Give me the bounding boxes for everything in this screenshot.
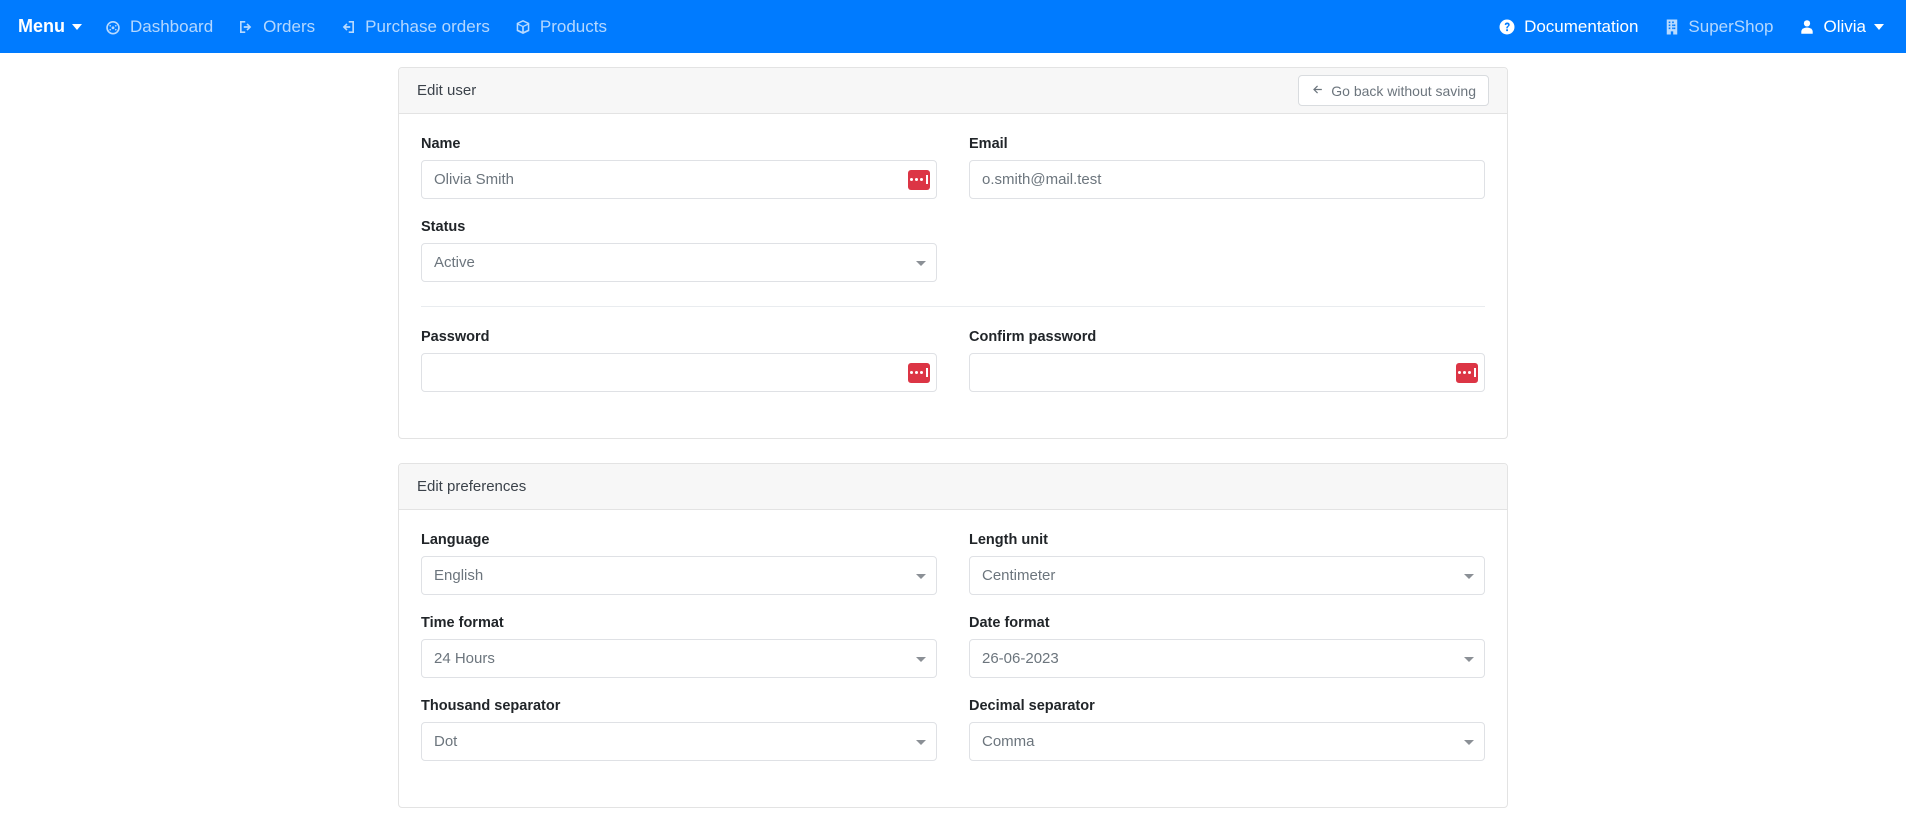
nav-item-dashboard[interactable]: Dashboard bbox=[104, 17, 213, 37]
preferences-grid: Language English Length unit Centimeter bbox=[421, 532, 1485, 781]
name-input[interactable] bbox=[421, 160, 937, 199]
nav-item-label: Dashboard bbox=[130, 16, 214, 36]
edit-user-card-body: Name Email bbox=[399, 114, 1507, 438]
nav-item-purchase-orders[interactable]: Purchase orders bbox=[339, 17, 490, 37]
content-container: Edit user Go back without saving Name Ol… bbox=[398, 67, 1508, 820]
nav-item-label: Olivia bbox=[1823, 16, 1866, 36]
name-field-group: Name bbox=[421, 136, 937, 199]
email-label: Email bbox=[969, 136, 1008, 152]
cube-icon bbox=[514, 18, 532, 36]
password-input[interactable] bbox=[421, 353, 937, 392]
page-title: Edit user bbox=[417, 82, 477, 99]
date-format-field-group: Date format 26-06-2023 bbox=[969, 615, 1485, 678]
language-field-group: Language English bbox=[421, 532, 937, 595]
navbar-right-group: Documentation SuperShop Olivia bbox=[1472, 17, 1884, 37]
password-manager-icon[interactable] bbox=[908, 362, 930, 383]
name-label: Name bbox=[421, 136, 461, 152]
length-unit-select-wrap: Centimeter bbox=[969, 556, 1485, 595]
decimal-separator-label: Decimal separator bbox=[969, 698, 1095, 714]
top-navbar: Menu Dashboard Orders Purchase orders Pr… bbox=[0, 0, 1906, 53]
go-back-button-label: Go back without saving bbox=[1331, 82, 1476, 99]
confirm-password-input-wrap bbox=[969, 353, 1485, 392]
navbar-left-group: Menu Dashboard Orders Purchase orders Pr… bbox=[18, 16, 607, 37]
length-unit-label: Length unit bbox=[969, 532, 1048, 548]
thousand-separator-label: Thousand separator bbox=[421, 698, 561, 714]
sign-in-arrow-icon bbox=[339, 18, 357, 36]
time-format-select[interactable]: 24 Hours bbox=[421, 639, 937, 678]
nav-item-orders[interactable]: Orders bbox=[237, 17, 315, 37]
thousand-separator-field-group: Thousand separator Dot bbox=[421, 698, 937, 761]
nav-item-documentation[interactable]: Documentation bbox=[1498, 17, 1638, 37]
nav-item-label: SuperShop bbox=[1688, 16, 1774, 36]
chevron-down-icon bbox=[1874, 23, 1884, 30]
email-field-group: Email bbox=[969, 136, 1485, 199]
password-input-wrap bbox=[421, 353, 937, 392]
email-input[interactable] bbox=[969, 160, 1485, 199]
decimal-separator-select-wrap: Comma bbox=[969, 722, 1485, 761]
time-format-field-group: Time format 24 Hours bbox=[421, 615, 937, 678]
chevron-down-icon bbox=[72, 23, 82, 30]
building-icon bbox=[1664, 18, 1680, 36]
language-select-wrap: English bbox=[421, 556, 937, 595]
preferences-title: Edit preferences bbox=[417, 478, 527, 495]
user-icon bbox=[1799, 18, 1815, 36]
date-format-label: Date format bbox=[969, 615, 1050, 631]
password-field-group: Password bbox=[421, 329, 937, 392]
length-unit-field-group: Length unit Centimeter bbox=[969, 532, 1485, 595]
status-label: Status bbox=[421, 219, 466, 235]
confirm-password-input[interactable] bbox=[969, 353, 1485, 392]
status-select-wrap: Active bbox=[421, 243, 937, 282]
question-circle-icon bbox=[1498, 18, 1516, 36]
edit-user-card: Edit user Go back without saving Name Ol… bbox=[398, 67, 1508, 439]
edit-preferences-card-header: Edit preferences bbox=[399, 464, 1507, 510]
user-menu-button[interactable]: Olivia bbox=[1799, 17, 1884, 37]
edit-user-card-header: Edit user Go back without saving bbox=[399, 68, 1507, 114]
email-input-wrap bbox=[969, 160, 1485, 199]
time-format-label: Time format bbox=[421, 615, 504, 631]
confirm-password-field-group: Confirm password bbox=[969, 329, 1485, 392]
nav-item-shop[interactable]: SuperShop bbox=[1664, 17, 1773, 37]
confirm-password-label: Confirm password bbox=[969, 329, 1097, 345]
menu-dropdown-button[interactable]: Menu bbox=[18, 16, 82, 37]
password-row: Password Confirm password bbox=[421, 329, 1485, 412]
thousand-separator-select[interactable]: Dot bbox=[421, 722, 937, 761]
tachometer-icon bbox=[104, 18, 122, 36]
name-input-wrap bbox=[421, 160, 937, 199]
decimal-separator-select[interactable]: Comma bbox=[969, 722, 1485, 761]
password-manager-icon[interactable] bbox=[1456, 362, 1478, 383]
status-field-group: Status Active bbox=[421, 219, 937, 282]
language-label: Language bbox=[421, 532, 490, 548]
date-format-select-wrap: 26-06-2023 bbox=[969, 639, 1485, 678]
status-select[interactable]: Active bbox=[421, 243, 937, 282]
nav-item-label: Purchase orders bbox=[365, 16, 490, 36]
menu-label: Menu bbox=[18, 16, 65, 36]
nav-item-products[interactable]: Products bbox=[514, 17, 607, 37]
nav-item-label: Orders bbox=[263, 16, 316, 36]
password-label: Password bbox=[421, 329, 490, 345]
language-select[interactable]: English bbox=[421, 556, 937, 595]
decimal-separator-field-group: Decimal separator Comma bbox=[969, 698, 1485, 761]
form-divider bbox=[421, 306, 1485, 307]
time-format-select-wrap: 24 Hours bbox=[421, 639, 937, 678]
page-content: Edit user Go back without saving Name Ol… bbox=[0, 53, 1906, 820]
edit-preferences-card: Edit preferences Language English Length… bbox=[398, 463, 1508, 808]
go-back-button[interactable]: Go back without saving bbox=[1298, 75, 1489, 106]
nav-item-label: Products bbox=[539, 16, 607, 36]
date-format-select[interactable]: 26-06-2023 bbox=[969, 639, 1485, 678]
sign-out-arrow-icon bbox=[237, 18, 255, 36]
name-email-row: Name Email bbox=[421, 136, 1485, 302]
edit-preferences-card-body: Language English Length unit Centimeter bbox=[399, 510, 1507, 807]
thousand-separator-select-wrap: Dot bbox=[421, 722, 937, 761]
nav-item-label: Documentation bbox=[1524, 16, 1639, 36]
arrow-left-icon bbox=[1311, 83, 1324, 98]
length-unit-select[interactable]: Centimeter bbox=[969, 556, 1485, 595]
status-row-spacer bbox=[969, 219, 1485, 302]
password-manager-icon[interactable] bbox=[908, 169, 930, 190]
